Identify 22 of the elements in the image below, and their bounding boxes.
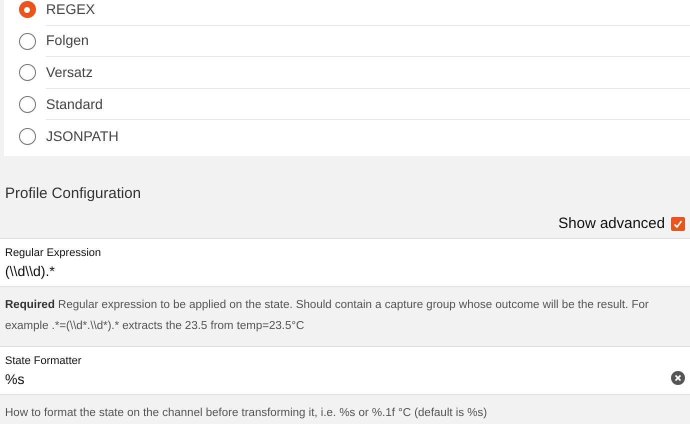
radio-button[interactable] bbox=[18, 64, 36, 82]
field-label: Regular Expression bbox=[5, 246, 102, 260]
option-label: REGEX bbox=[46, 0, 96, 19]
option-label: Standard bbox=[46, 94, 103, 114]
section-title: Profile Configuration bbox=[5, 184, 141, 202]
clear-icon[interactable] bbox=[671, 370, 685, 385]
radio-button[interactable] bbox=[18, 96, 36, 114]
radio-button[interactable] bbox=[18, 1, 36, 18]
help-text: How to format the state on the channel before transforming it, i.e. %s or %.1f °C (default is %s) bbox=[5, 406, 488, 421]
radio-button[interactable] bbox=[18, 32, 36, 50]
option-label: Versatz bbox=[46, 62, 93, 82]
checkbox-label: Show advanced bbox=[558, 214, 665, 234]
text-field[interactable]: State Formatter %s bbox=[0, 346, 690, 394]
text-field[interactable]: Regular Expression (\\d\\d).* bbox=[0, 238, 690, 286]
checkbox[interactable] bbox=[671, 216, 685, 231]
field-value: %s bbox=[5, 370, 26, 388]
field-label: State Formatter bbox=[5, 354, 82, 368]
option-label: JSONPATH bbox=[46, 126, 119, 146]
radio-button[interactable] bbox=[18, 128, 36, 145]
help-text: Required Regular expression to be applied on the state. Should contain a capture group whose outcome will be the result. For example .*=(\\d*.\\d*).* extracts the 23.5 from temp=23.5°C bbox=[5, 298, 650, 334]
field-value: (\\d\\d).* bbox=[5, 262, 56, 280]
option-label: Folgen bbox=[46, 31, 89, 50]
